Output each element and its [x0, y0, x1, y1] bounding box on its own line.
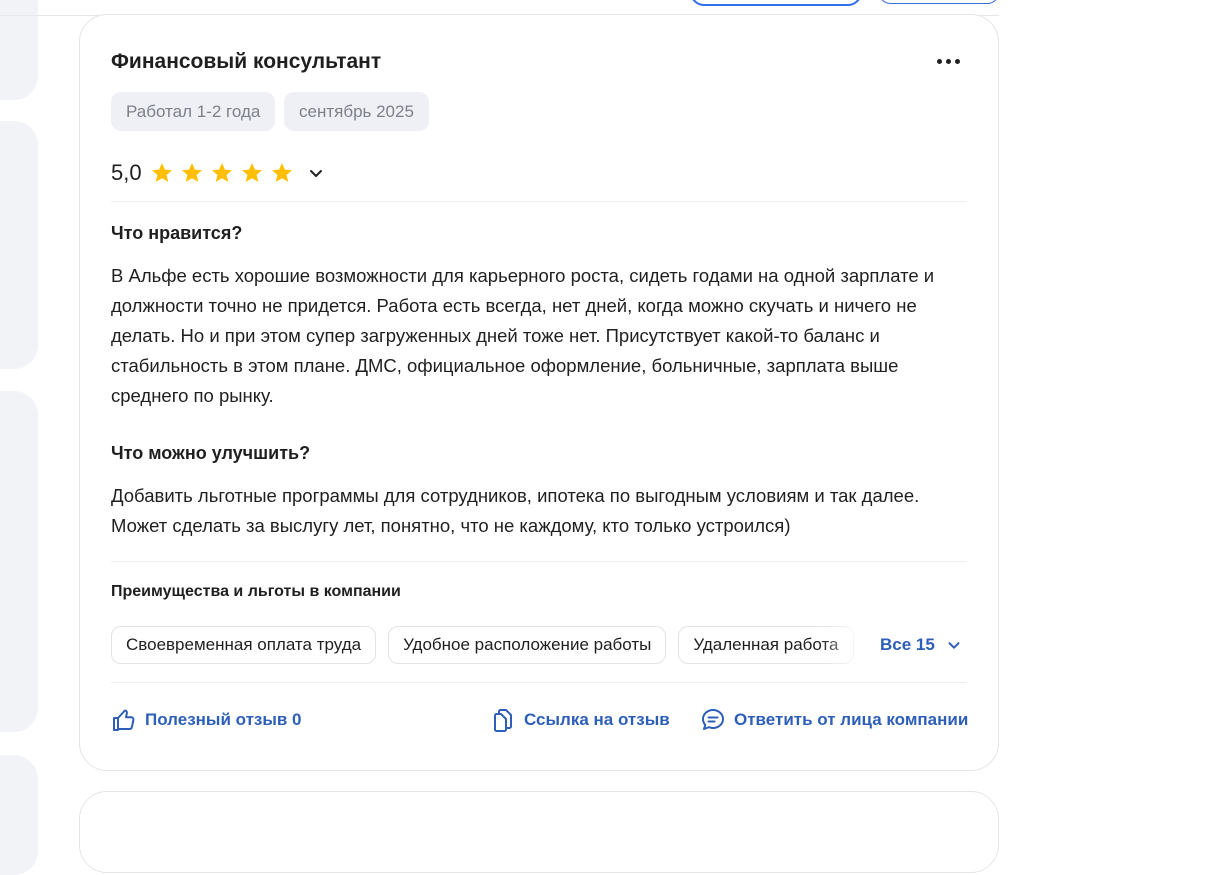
thumbs-up-icon — [113, 709, 135, 731]
tag-experience: Работал 1-2 года — [111, 92, 276, 131]
benefits-fade — [820, 626, 880, 664]
divider — [111, 682, 967, 683]
rating-row: 5,0 — [111, 160, 326, 186]
helpful-button[interactable]: Полезный отзыв 0 — [111, 707, 302, 733]
next-review-card — [79, 791, 999, 873]
review-title: Финансовый консультант — [111, 50, 382, 73]
tag-date: сентябрь 2025 — [284, 92, 429, 131]
star-icon — [211, 163, 232, 182]
reply-button[interactable]: Ответить от лица компании — [700, 707, 968, 733]
benefit-chip: Удобное расположение работы — [388, 626, 667, 664]
divider — [111, 201, 967, 202]
benefit-chip: Своевременная оплата труда — [111, 626, 377, 664]
reply-label: Ответить от лица компании — [734, 710, 969, 729]
star-icon — [181, 163, 202, 182]
pros-text: В Альфе есть хорошие возможности для кар… — [111, 265, 935, 406]
all-benefits-label: Все 15 — [880, 635, 935, 654]
star-icon — [241, 163, 262, 182]
rating-value: 5,0 — [111, 160, 142, 185]
review-card: Финансовый консультант Работал 1-2 года … — [79, 14, 999, 771]
cons-text: Добавить льготные программы для сотрудни… — [111, 485, 920, 536]
more-options-button[interactable] — [937, 55, 967, 67]
chevron-down-icon — [948, 642, 960, 649]
helpful-label: Полезный отзыв 0 — [145, 710, 302, 729]
star-icon — [271, 163, 292, 182]
cons-heading: Что можно улучшить? — [111, 443, 311, 463]
all-benefits-button[interactable]: Все 15 — [878, 635, 963, 655]
divider — [111, 561, 967, 562]
more-icon — [937, 58, 942, 64]
star-icon — [151, 163, 172, 182]
chat-bubble-icon — [702, 709, 724, 730]
copy-link-label: Ссылка на отзыв — [524, 710, 670, 729]
pros-heading: Что нравится? — [111, 223, 243, 243]
side-card — [0, 391, 38, 732]
top-primary-button[interactable] — [690, 0, 862, 6]
side-card — [0, 121, 38, 369]
copy-link-icon — [494, 709, 512, 732]
top-secondary-button[interactable] — [878, 0, 1000, 4]
side-card — [0, 755, 38, 875]
copy-link-button[interactable]: Ссылка на отзыв — [490, 707, 670, 733]
benefits-heading: Преимущества и льготы в компании — [111, 583, 401, 600]
chevron-down-icon[interactable] — [306, 163, 326, 183]
